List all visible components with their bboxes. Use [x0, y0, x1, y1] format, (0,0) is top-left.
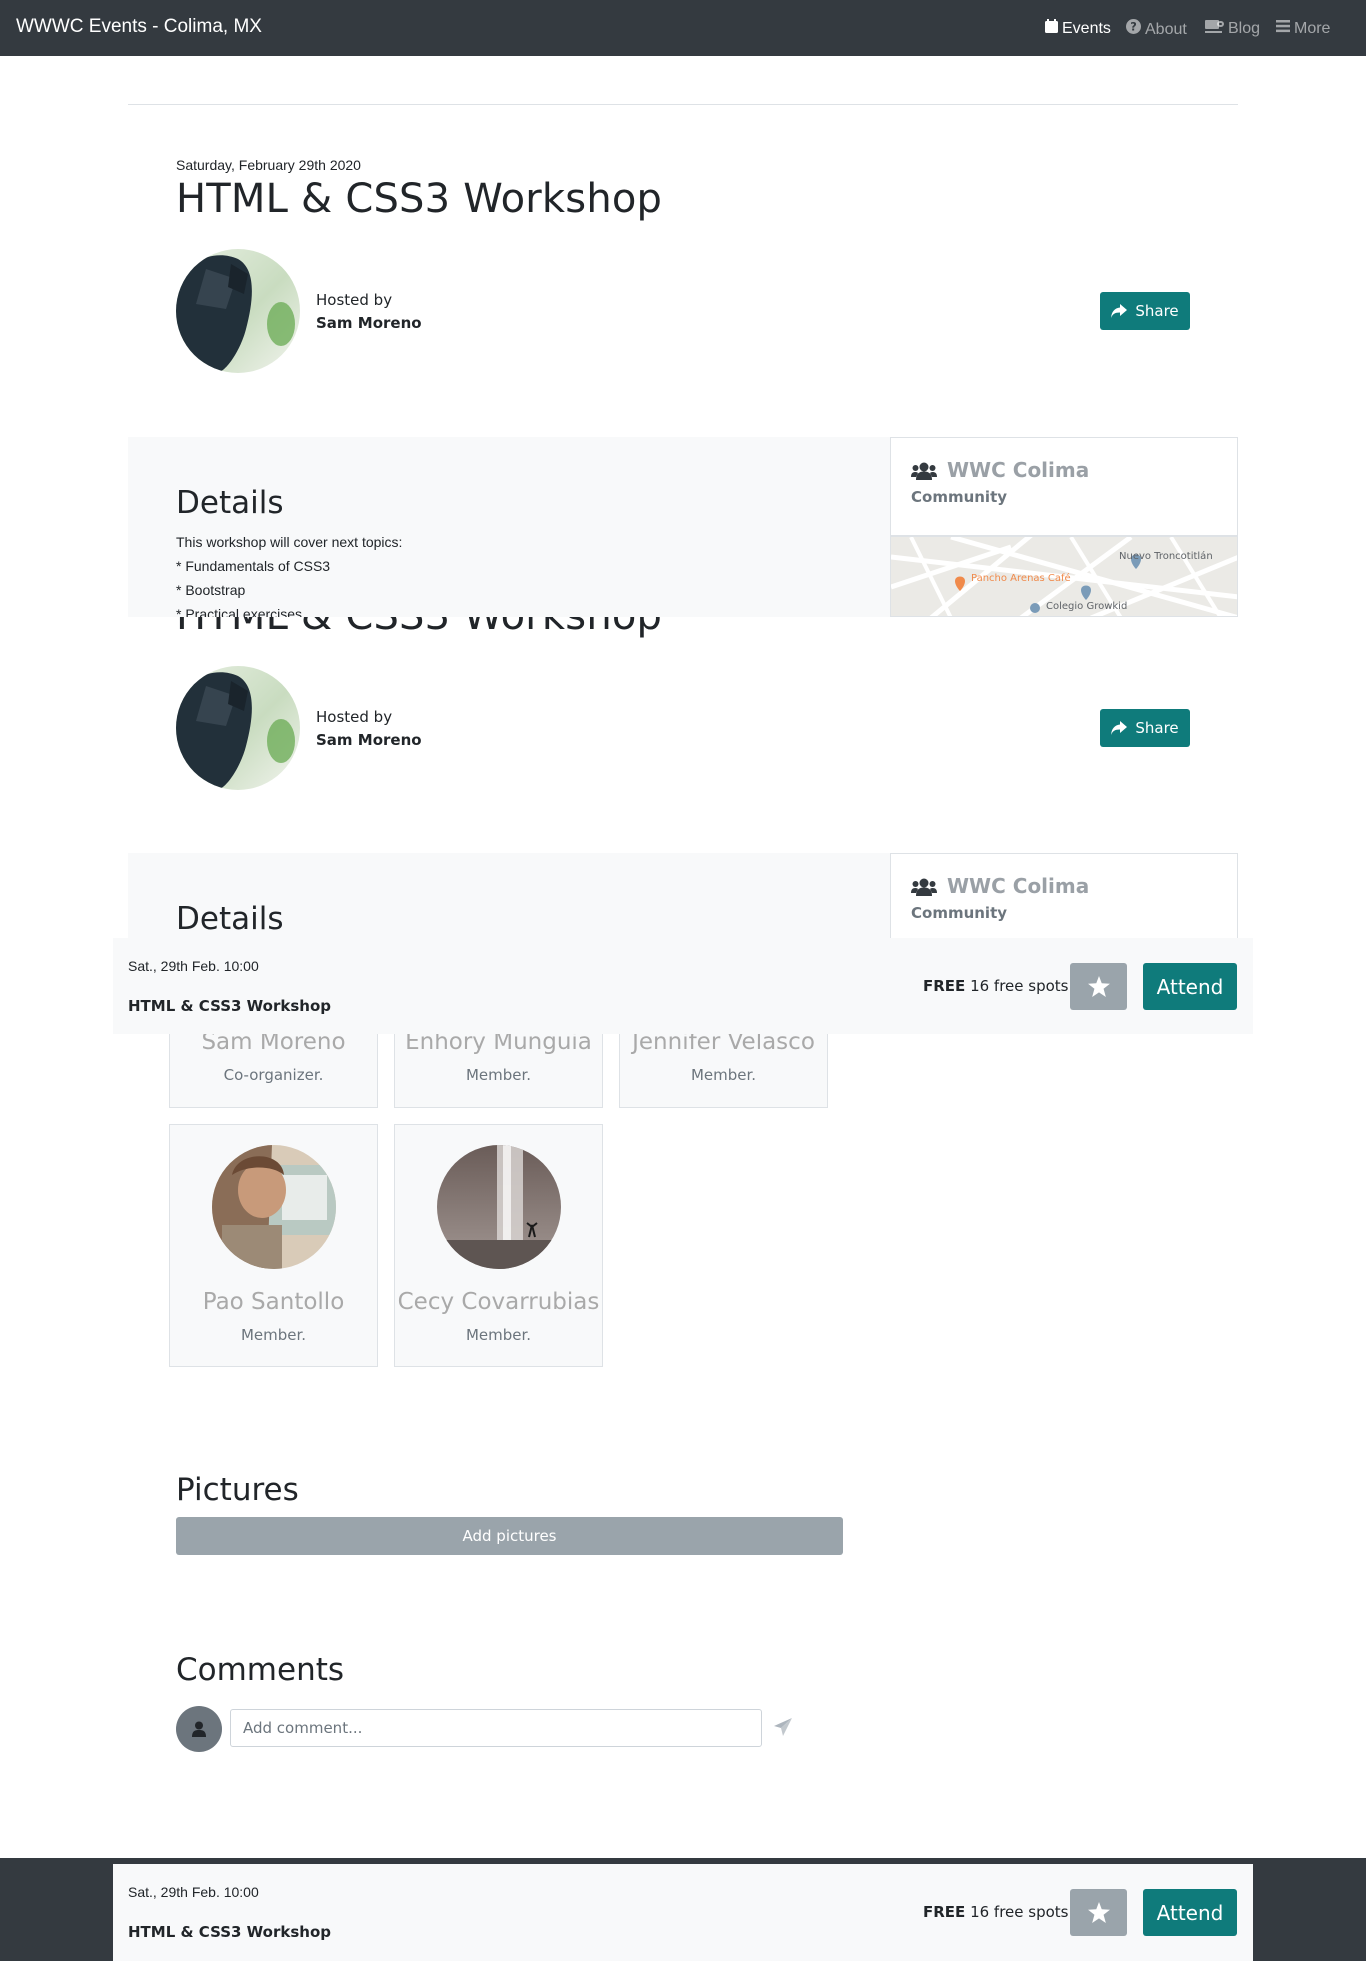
attend-bar: Sat., 29th Feb. 10:00 HTML & CSS3 Worksh… — [113, 1864, 1253, 1961]
attend-bar-date: Sat., 29th Feb. 10:00 — [128, 1884, 259, 1900]
host-avatar — [176, 666, 300, 790]
comments-heading: Comments — [176, 1652, 345, 1688]
host-avatar — [176, 249, 300, 373]
details-heading: Details — [176, 901, 284, 937]
coffee-icon — [1205, 20, 1224, 33]
community-name: WWC Colima — [947, 458, 1090, 482]
star-icon — [1087, 976, 1110, 997]
event-title: HTML & CSS3 Workshop — [176, 617, 662, 639]
attend-bar-title: HTML & CSS3 Workshop — [128, 1923, 332, 1941]
member-role: Member. — [465, 1066, 532, 1084]
host-name[interactable]: Sam Moreno — [316, 314, 422, 332]
host-name[interactable]: Sam Moreno — [316, 731, 422, 749]
attend-bar-title: HTML & CSS3 Workshop — [128, 997, 332, 1015]
attend-bar: Sat., 29th Feb. 10:00 HTML & CSS3 Worksh… — [113, 938, 1253, 1034]
send-icon[interactable] — [774, 1718, 792, 1736]
bars-icon — [1276, 20, 1290, 33]
users-icon — [911, 462, 937, 480]
svg-text:?: ? — [1130, 21, 1137, 34]
attend-button[interactable]: Attend — [1143, 1889, 1237, 1936]
member-name: Cecy Covarrubias — [397, 1289, 600, 1315]
details-line: * Fundamentals of CSS3 — [176, 558, 331, 574]
add-pictures-button[interactable]: Add pictures — [176, 1517, 843, 1555]
attend-bar-date: Sat., 29th Feb. 10:00 — [128, 958, 259, 974]
nav-events[interactable]: Events — [1045, 19, 1111, 38]
community-card[interactable]: WWC Colima Community — [890, 853, 1238, 938]
free-label: FREE — [923, 977, 966, 995]
details-section: Details WWC Colima Community — [128, 853, 1238, 938]
details-line: This workshop will cover next topics: — [176, 534, 403, 550]
member-role: Member. — [240, 1326, 307, 1344]
event-date: Saturday, February 29th 2020 — [176, 157, 361, 173]
member-avatar — [212, 1145, 336, 1269]
share-button[interactable]: Share — [1100, 292, 1190, 330]
member-card[interactable]: Pao Santollo Member. — [169, 1124, 378, 1367]
spots-count: 16 free spots — [970, 977, 1069, 995]
share-button-label: Share — [1135, 302, 1179, 320]
member-role: Member. — [465, 1326, 532, 1344]
details-section: Details This workshop will cover next to… — [128, 437, 1238, 617]
nav-events-label: Events — [1062, 20, 1111, 37]
spots-count: 16 free spots — [970, 1903, 1069, 1921]
question-circle-icon: ? — [1126, 19, 1141, 34]
map-place-label: Pancho Arenas Café — [971, 573, 1071, 584]
hosted-by-label: Hosted by — [316, 708, 393, 726]
member-avatar — [437, 1145, 561, 1269]
map-place-label: Colegio Growkid — [1046, 601, 1128, 612]
free-spots: FREE 16 free spots — [923, 977, 1069, 995]
share-icon — [1111, 721, 1128, 735]
member-card[interactable]: Cecy Covarrubias Member. — [394, 1124, 603, 1367]
nav-blog[interactable]: Blog — [1205, 19, 1260, 38]
member-role: Co-organizer. — [223, 1066, 324, 1084]
nav-more[interactable]: More — [1276, 19, 1330, 38]
nav-about[interactable]: ? About — [1126, 19, 1187, 39]
favorite-button[interactable] — [1070, 1889, 1127, 1936]
comment-user-avatar — [176, 1706, 222, 1752]
community-name: WWC Colima — [947, 874, 1090, 898]
free-spots: FREE 16 free spots — [923, 1903, 1069, 1921]
nav-blog-label: Blog — [1228, 20, 1261, 37]
community-subtitle: Community — [911, 488, 1008, 506]
details-line: * Practical exercises — [176, 606, 303, 617]
users-icon — [911, 878, 937, 896]
comment-input[interactable] — [230, 1709, 762, 1747]
nav-more-label: More — [1294, 20, 1331, 37]
member-name: Pao Santollo — [202, 1289, 345, 1315]
share-icon — [1111, 304, 1128, 318]
event-title-clipped: HTML & CSS3 Workshop — [176, 617, 736, 647]
calendar-icon — [1045, 19, 1058, 33]
details-line: * Bootstrap — [176, 582, 246, 598]
divider — [128, 104, 1238, 105]
nav-about-label: About — [1145, 21, 1187, 38]
member-role: Member. — [690, 1066, 757, 1084]
location-map[interactable]: Nuevo Troncotitlán Pancho Arenas Café Co… — [890, 536, 1238, 617]
community-card[interactable]: WWC Colima Community — [890, 437, 1238, 536]
event-title: HTML & CSS3 Workshop — [176, 176, 663, 222]
pictures-heading: Pictures — [176, 1472, 299, 1508]
user-icon — [192, 1721, 206, 1737]
community-subtitle: Community — [911, 904, 1008, 922]
details-body: This workshop will cover next topics: * … — [176, 530, 402, 617]
details-heading: Details — [176, 485, 284, 521]
free-label: FREE — [923, 1903, 966, 1921]
favorite-button[interactable] — [1070, 963, 1127, 1010]
share-button-label: Share — [1135, 719, 1179, 737]
top-navbar: WWWC Events - Colima, MX Events ? About B… — [0, 0, 1366, 56]
hosted-by-label: Hosted by — [316, 291, 393, 309]
map-place-label: Nuevo Troncotitlán — [1119, 551, 1213, 562]
brand-title[interactable]: WWWC Events - Colima, MX — [16, 16, 262, 38]
share-button[interactable]: Share — [1100, 709, 1190, 747]
attend-button[interactable]: Attend — [1143, 963, 1237, 1010]
star-icon — [1087, 1902, 1110, 1923]
